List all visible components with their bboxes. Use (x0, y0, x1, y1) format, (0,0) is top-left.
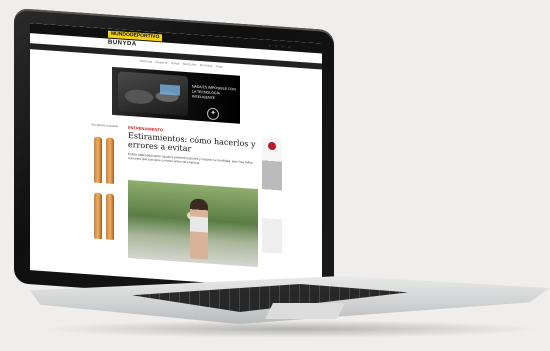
laptop-lid: MUNDODEPORTIVO ◦ ◦ ◦ ◦ BUNYDA Noticias ·… (14, 8, 334, 306)
bottle-image (94, 192, 102, 240)
side-ad-header: Encuentra tu pasión (91, 122, 119, 129)
side-ad-left[interactable]: Encuentra tu pasión (88, 122, 122, 257)
side-ad-right[interactable] (262, 137, 282, 254)
bottle-image (94, 136, 102, 184)
bottle-image (106, 137, 114, 184)
laptop-scene: MUNDODEPORTIVO ◦ ◦ ◦ ◦ BUNYDA Noticias ·… (0, 0, 550, 351)
laptop-shadow (40, 320, 540, 338)
brand-logo-icon: ✦ (207, 107, 219, 121)
article: ENTRENAMIENTO Estiramientos: cómo hacerl… (128, 125, 256, 169)
ad-text: NADA ES IMPOSIBLE CON LA TECNOLOGÍA INTE… (192, 84, 236, 101)
ad-banner[interactable]: NADA ES IMPOSIBLE CON LA TECNOLOGÍA INTE… (112, 66, 240, 124)
bottle-image (106, 193, 114, 240)
laptop-screen: MUNDODEPORTIVO ◦ ◦ ◦ ◦ BUNYDA Noticias ·… (30, 23, 322, 291)
red-badge-icon (268, 141, 276, 151)
runner-figure (190, 198, 208, 260)
article-photo (128, 179, 258, 268)
site-logo[interactable]: BUNYDA (108, 40, 137, 48)
trackpad (265, 303, 345, 319)
dashboard-screen (160, 84, 180, 96)
